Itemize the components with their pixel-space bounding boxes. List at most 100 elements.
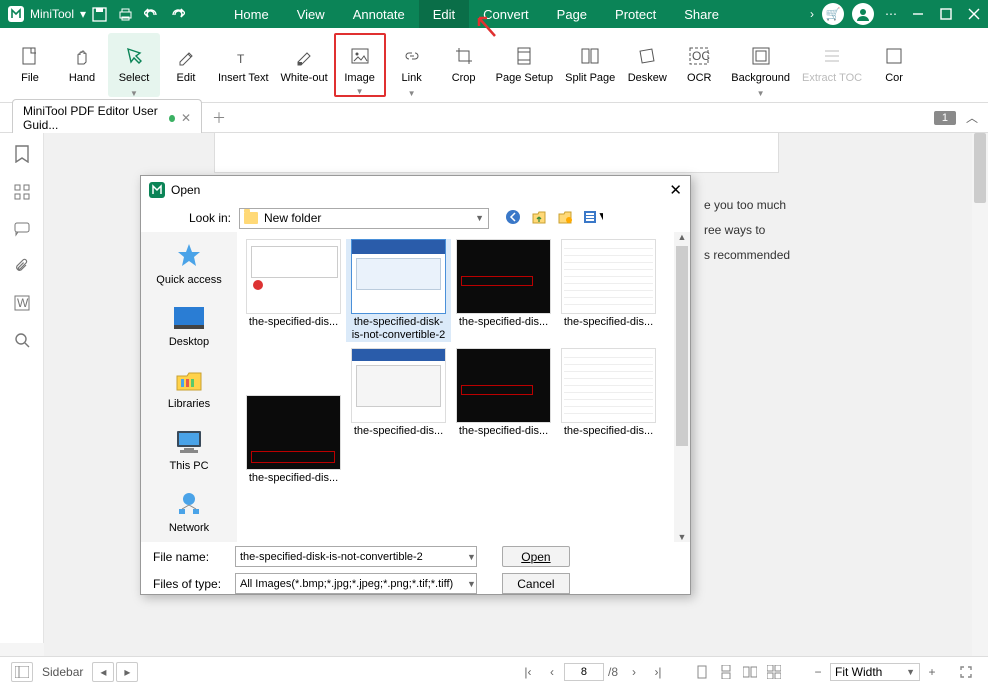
user-icon[interactable] [852, 3, 874, 25]
file-item[interactable]: the-specified-dis... [241, 395, 346, 485]
file-item[interactable]: the-specified-dis... [556, 239, 661, 342]
sidebar-toggle-icon[interactable] [11, 662, 33, 682]
fullscreen-icon[interactable] [955, 662, 977, 682]
prev-page-icon[interactable]: ‹ [541, 662, 563, 682]
ribbon-white-out-button[interactable]: White-out [275, 33, 334, 97]
menu-protect[interactable]: Protect [601, 0, 670, 28]
place-this-pc[interactable]: This PC [169, 426, 208, 472]
open-button[interactable]: Open [502, 546, 570, 567]
filename-input[interactable] [235, 546, 477, 567]
two-page-continuous-icon[interactable] [763, 662, 785, 682]
edit-icon [175, 46, 197, 68]
menu-home[interactable]: Home [220, 0, 283, 28]
file-item[interactable]: the-specified-dis... [346, 348, 451, 485]
menu-page[interactable]: Page [543, 0, 601, 28]
unsaved-indicator-icon [169, 115, 175, 122]
place-quick-access[interactable]: Quick access [156, 240, 221, 286]
dialog-toolbar: Look in: New folder ▼ ▼ [141, 204, 690, 232]
menu-convert[interactable]: Convert [469, 0, 543, 28]
ribbon-deskew-button[interactable]: Deskew [621, 33, 673, 97]
zoom-dropdown[interactable]: Fit Width▼ [830, 663, 920, 681]
ribbon-edit-button[interactable]: Edit [160, 33, 212, 97]
menu-share[interactable]: Share [670, 0, 733, 28]
more-icon[interactable]: ⋯ [878, 1, 904, 27]
redo-icon[interactable] [164, 1, 190, 27]
place-network[interactable]: Network [169, 488, 209, 534]
comments-icon[interactable] [14, 221, 30, 240]
dialog-scroll-thumb[interactable] [676, 246, 688, 446]
dialog-close-icon[interactable]: ✕ [669, 181, 682, 199]
file-icon [19, 46, 41, 68]
menu-edit[interactable]: Edit [419, 0, 469, 28]
ribbon-split-page-button[interactable]: Split Page [559, 33, 621, 97]
vertical-scrollbar[interactable] [972, 133, 988, 656]
zoom-in-icon[interactable]: + [921, 662, 943, 682]
place-desktop[interactable]: Desktop [169, 302, 209, 348]
file-item[interactable]: the-specified-dis... [451, 239, 556, 342]
file-item[interactable]: the-specified-dis... [241, 239, 346, 342]
lookin-dropdown[interactable]: New folder ▼ [239, 208, 489, 229]
chevron-right-icon[interactable]: › [810, 7, 814, 21]
doc-line: s recommended [704, 243, 790, 268]
close-button[interactable] [960, 0, 988, 28]
maximize-button[interactable] [932, 0, 960, 28]
print-icon[interactable] [112, 1, 138, 27]
chevron-down-icon: ▼ [757, 89, 765, 98]
place-libraries[interactable]: Libraries [168, 364, 210, 410]
ribbon-image-button[interactable]: Image▼ [334, 33, 386, 97]
insert-text-icon: T [232, 46, 254, 68]
continuous-view-icon[interactable] [715, 662, 737, 682]
collapse-chevron-icon[interactable]: ︿ [966, 109, 978, 126]
undo-icon[interactable] [138, 1, 164, 27]
word-export-icon[interactable]: W [14, 295, 30, 314]
scroll-thumb[interactable] [974, 133, 986, 203]
ribbon-background-button[interactable]: Background▼ [725, 33, 796, 97]
file-item[interactable]: the-specified-dis... [556, 348, 661, 485]
up-folder-icon[interactable] [531, 209, 547, 228]
save-icon[interactable] [86, 1, 112, 27]
file-item[interactable]: the-specified-dis... [451, 348, 556, 485]
ribbon-hand-button[interactable]: Hand [56, 33, 108, 97]
folder-icon [244, 212, 258, 224]
ribbon-cor-button[interactable]: Cor [868, 33, 920, 97]
search-icon[interactable] [14, 332, 30, 351]
prev-section-icon[interactable]: ◂ [92, 662, 114, 682]
file-item[interactable]: the-specified-disk-is-not-convertible-2 [346, 239, 451, 342]
view-mode-icon[interactable]: ▼ [583, 209, 603, 228]
file-name: the-specified-disk-is-not-convertible-2 [349, 316, 449, 342]
ribbon-crop-button[interactable]: Crop [438, 33, 490, 97]
zoom-out-icon[interactable]: − [807, 662, 829, 682]
file-list[interactable]: the-specified-dis...the-specified-disk-i… [237, 232, 690, 542]
ribbon-select-button[interactable]: Select▼ [108, 33, 160, 97]
file-name: the-specified-dis... [249, 472, 338, 485]
filetype-dropdown[interactable] [235, 573, 477, 594]
two-page-view-icon[interactable] [739, 662, 761, 682]
single-page-view-icon[interactable] [691, 662, 713, 682]
ribbon-file-button[interactable]: File [4, 33, 56, 97]
new-tab-button[interactable]: ＋ [212, 108, 226, 128]
menu-view[interactable]: View [283, 0, 339, 28]
ribbon-ocr-button[interactable]: OCROCR [673, 33, 725, 97]
cart-icon[interactable]: 🛒 [822, 3, 844, 25]
cancel-button[interactable]: Cancel [502, 573, 570, 594]
page-number-input[interactable] [564, 663, 604, 681]
ribbon-page-setup-button[interactable]: Page Setup [490, 33, 560, 97]
dialog-scrollbar[interactable]: ▲ ▼ [674, 232, 690, 542]
new-folder-icon[interactable] [557, 209, 573, 228]
last-page-icon[interactable]: ›| [647, 662, 669, 682]
next-page-icon[interactable]: › [623, 662, 645, 682]
ribbon-extract-toc-button[interactable]: Extract TOC [796, 33, 868, 97]
next-section-icon[interactable]: ▸ [116, 662, 138, 682]
bookmark-icon[interactable] [14, 145, 30, 166]
document-tab[interactable]: MiniTool PDF Editor User Guid... ✕ [12, 99, 202, 136]
ribbon-insert-text-button[interactable]: TInsert Text [212, 33, 275, 97]
file-name: the-specified-dis... [564, 425, 653, 438]
first-page-icon[interactable]: |‹ [517, 662, 539, 682]
ribbon-link-button[interactable]: Link▼ [386, 33, 438, 97]
close-tab-icon[interactable]: ✕ [181, 111, 191, 125]
minimize-button[interactable] [904, 0, 932, 28]
attachment-icon[interactable] [14, 258, 30, 277]
thumbnails-icon[interactable] [14, 184, 30, 203]
back-icon[interactable] [505, 209, 521, 228]
menu-annotate[interactable]: Annotate [339, 0, 419, 28]
